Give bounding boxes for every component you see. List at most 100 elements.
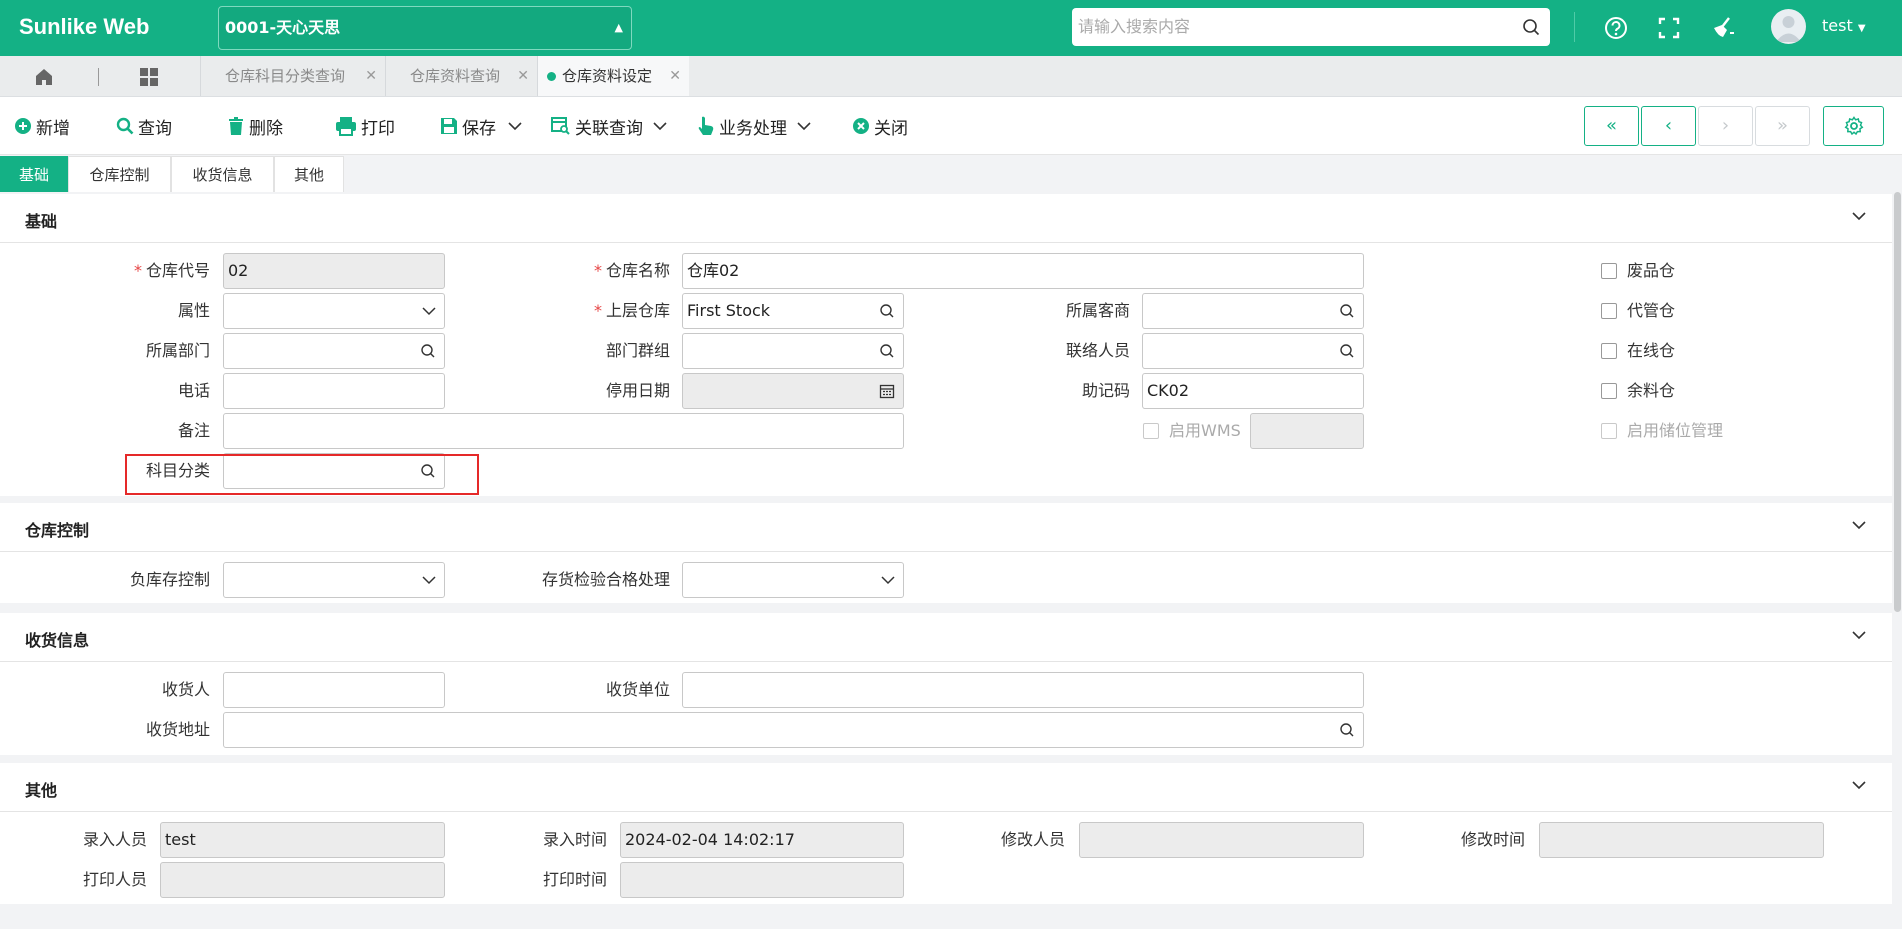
search-icon[interactable] (1339, 303, 1355, 319)
search-icon[interactable] (1339, 343, 1355, 359)
scrollbar-thumb[interactable] (1894, 192, 1901, 612)
broom-icon[interactable] (1708, 13, 1738, 43)
business-process-label: 业务处理 (719, 118, 787, 139)
close-icon[interactable]: ✕ (669, 56, 681, 96)
print-button[interactable]: 打印 (335, 113, 395, 139)
customer-field[interactable] (1142, 293, 1364, 329)
user-menu[interactable]: test ▼ (1822, 16, 1866, 35)
search-icon[interactable] (420, 343, 436, 359)
user-name: test (1822, 16, 1853, 35)
add-button[interactable]: 新增 (14, 113, 70, 139)
next-record-button[interactable]: › (1698, 106, 1753, 146)
dept-group-field[interactable] (682, 333, 904, 369)
remark-field[interactable] (223, 413, 904, 449)
negative-stock-select[interactable] (223, 562, 445, 598)
query-label: 查询 (138, 118, 172, 139)
search-icon[interactable] (879, 343, 895, 359)
online-warehouse-checkbox[interactable]: 在线仓 (1601, 333, 1675, 369)
related-query-button[interactable]: 关联查询 (551, 113, 667, 139)
form-tab-warehouse-control[interactable]: 仓库控制 (68, 156, 171, 192)
chevron-down-icon[interactable] (1851, 779, 1867, 791)
company-name: 0001-天心天思 (225, 18, 341, 37)
inspection-select[interactable] (682, 562, 904, 598)
tab-warehouse-query[interactable]: 仓库资料查询 ✕ (385, 56, 537, 96)
tab-subject-category-query[interactable]: 仓库科目分类查询 ✕ (200, 56, 385, 96)
section-header[interactable]: 基础 (0, 194, 1892, 243)
apps-grid-icon[interactable] (139, 67, 159, 87)
contact-field[interactable] (1142, 333, 1364, 369)
caret-up-icon: ▲ (614, 21, 623, 34)
save-button[interactable]: 保存 (440, 113, 522, 139)
search-icon[interactable] (879, 303, 895, 319)
close-icon[interactable]: ✕ (365, 56, 377, 96)
tab-label: 仓库科目分类查询 (225, 67, 346, 85)
highlight-box (125, 454, 479, 495)
parent-warehouse-label: * 上层仓库 (593, 301, 670, 320)
home-icon[interactable] (34, 67, 54, 87)
avatar[interactable] (1771, 9, 1806, 44)
company-selector[interactable]: 0001-天心天思 ▲ (218, 6, 632, 50)
close-circle-icon (853, 118, 869, 134)
form-tab-basic[interactable]: 基础 (0, 156, 68, 192)
tab-warehouse-setup[interactable]: 仓库资料设定 ✕ (537, 56, 689, 96)
chevron-down-icon[interactable] (1851, 629, 1867, 641)
receive-unit-field[interactable] (682, 672, 1364, 708)
disable-date-label: 停用日期 (605, 381, 670, 400)
settings-button[interactable] (1823, 106, 1884, 146)
related-query-label: 关联查询 (575, 118, 643, 139)
phone-label: 电话 (177, 381, 210, 400)
calendar-icon[interactable] (879, 383, 895, 399)
help-icon[interactable] (1601, 13, 1631, 43)
page-tabs-bar: 仓库科目分类查询 ✕ 仓库资料查询 ✕ 仓库资料设定 ✕ (0, 56, 1902, 97)
prev-record-button[interactable]: ‹ (1641, 106, 1696, 146)
vertical-scrollbar[interactable] (1893, 192, 1902, 929)
first-record-button[interactable]: « (1584, 106, 1639, 146)
section-header[interactable]: 仓库控制 (0, 503, 1892, 552)
surplus-warehouse-checkbox[interactable]: 余料仓 (1601, 373, 1675, 409)
enable-location-mgmt-checkbox[interactable]: 启用储位管理 (1601, 413, 1723, 449)
search-icon[interactable] (1339, 722, 1355, 738)
add-label: 新增 (36, 118, 70, 139)
business-process-button[interactable]: 业务处理 (697, 113, 811, 139)
last-record-button[interactable]: » (1755, 106, 1810, 146)
close-button[interactable]: 关闭 (852, 113, 908, 139)
receiver-field[interactable] (223, 672, 445, 708)
global-search-input[interactable]: 请输入搜索内容 (1072, 8, 1550, 46)
section-title: 收货信息 (25, 631, 90, 650)
close-icon[interactable]: ✕ (517, 56, 529, 96)
warehouse-code-field[interactable]: 02 (223, 253, 445, 289)
form-tab-receive-info[interactable]: 收货信息 (171, 156, 274, 192)
parent-warehouse-field[interactable]: First Stock (682, 293, 904, 329)
warehouse-code-label: * 仓库代号 (133, 261, 210, 280)
chevron-down-icon[interactable] (653, 116, 667, 136)
phone-field[interactable] (223, 373, 445, 409)
form-tab-other[interactable]: 其他 (274, 156, 344, 192)
chevron-down-icon[interactable] (1851, 519, 1867, 531)
delete-button[interactable]: 删除 (227, 113, 283, 139)
receive-address-field[interactable] (223, 712, 1364, 748)
department-field[interactable] (223, 333, 445, 369)
chevron-down-icon[interactable] (797, 116, 811, 136)
chevron-down-icon[interactable] (508, 116, 522, 136)
scrap-warehouse-checkbox[interactable]: 废品仓 (1601, 253, 1675, 289)
disable-date-field[interactable] (682, 373, 904, 409)
fullscreen-icon[interactable] (1654, 13, 1684, 43)
remark-label: 备注 (177, 421, 210, 440)
enable-wms-checkbox[interactable]: 启用WMS (1143, 413, 1241, 449)
section-header[interactable]: 其他 (0, 763, 1892, 812)
mnemonic-field[interactable]: CK02 (1142, 373, 1364, 409)
attribute-select[interactable] (223, 293, 445, 329)
print-label: 打印 (361, 118, 395, 139)
query-button[interactable]: 查询 (116, 113, 172, 139)
chevron-down-icon[interactable] (1851, 210, 1867, 222)
save-icon (441, 118, 457, 134)
section-header[interactable]: 收货信息 (0, 613, 1892, 662)
active-dot-icon (547, 72, 556, 81)
managed-warehouse-checkbox[interactable]: 代管仓 (1601, 293, 1675, 329)
close-label: 关闭 (874, 118, 908, 139)
receive-unit-label: 收货单位 (605, 680, 670, 699)
search-icon[interactable] (1522, 18, 1540, 36)
hand-pointer-icon (698, 116, 714, 135)
entry-time-field: 2024-02-04 14:02:17 (620, 822, 904, 858)
warehouse-name-field[interactable]: 仓库02 (682, 253, 1364, 289)
